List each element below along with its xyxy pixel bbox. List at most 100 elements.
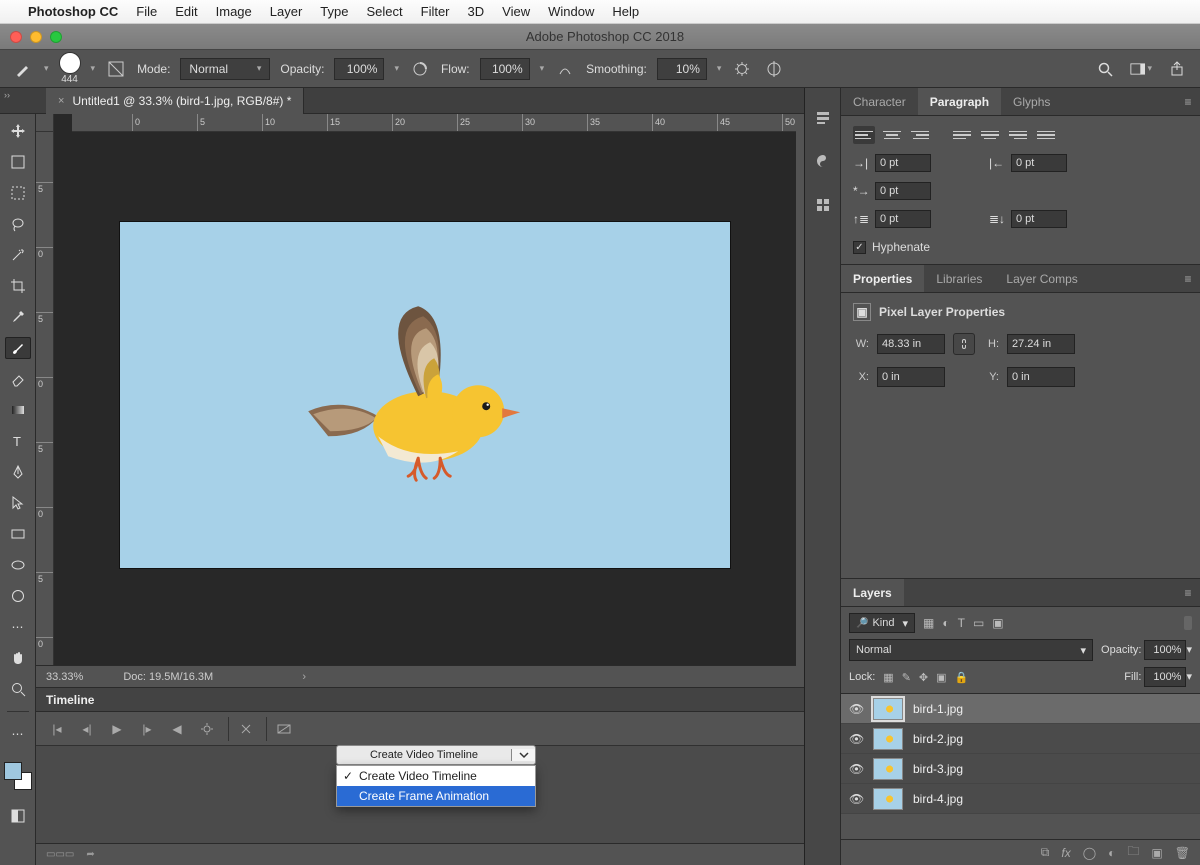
layer-row[interactable]: 👁bird-1.jpg — [841, 694, 1200, 724]
opacity-field[interactable]: Opacity: ▾ — [1101, 640, 1192, 660]
history-icon[interactable] — [812, 106, 834, 128]
hyphenate-checkbox[interactable]: ✓Hyphenate — [853, 240, 1188, 254]
layer-row[interactable]: 👁 bird-2.jpg — [841, 724, 1200, 754]
layer-thumbnail[interactable] — [873, 788, 903, 810]
hand-tool[interactable] — [5, 647, 31, 669]
dots-icon[interactable]: ⋯ — [5, 616, 31, 638]
height-input[interactable] — [1007, 334, 1075, 354]
menu-app[interactable]: Photoshop CC — [28, 4, 118, 19]
layer-name[interactable]: bird-4.jpg — [913, 792, 963, 806]
zoom-tool[interactable] — [5, 678, 31, 700]
layer-row[interactable]: 👁bird-3.jpg — [841, 754, 1200, 784]
menu-edit[interactable]: Edit — [175, 4, 197, 19]
chevron-down-icon[interactable]: ▾ — [717, 63, 722, 74]
justify-all-button[interactable] — [1035, 126, 1057, 144]
lock-position-icon[interactable]: ✥ — [919, 671, 928, 684]
layer-fx-icon[interactable]: fx — [1061, 846, 1070, 860]
layer-mask-icon[interactable]: ◯ — [1083, 846, 1096, 860]
group-icon[interactable]: 🗀 — [1127, 842, 1139, 863]
fill-field[interactable]: Fill: ▾ — [1124, 667, 1192, 687]
chevron-down-icon[interactable]: ▾ — [394, 63, 399, 74]
panel-menu-icon[interactable]: ≡ — [1176, 88, 1200, 115]
menu-window[interactable]: Window — [548, 4, 594, 19]
vertical-ruler[interactable]: 5 0 5 0 5 0 5 0 — [36, 132, 54, 665]
canvas[interactable] — [54, 132, 796, 665]
first-line-indent-field[interactable]: *→ — [853, 182, 931, 200]
visibility-icon[interactable]: 👁 — [849, 732, 863, 746]
tool-preset-icon[interactable] — [12, 58, 34, 80]
timeline-track[interactable]: Create Video Timeline Create Video Timel… — [36, 746, 832, 843]
tab-layer-comps[interactable]: Layer Comps — [994, 265, 1089, 292]
mac-menubar[interactable]: Photoshop CC File Edit Image Layer Type … — [0, 0, 1200, 24]
settings-button[interactable] — [194, 717, 220, 741]
indent-left-field[interactable]: →| — [853, 154, 931, 172]
menu-filter[interactable]: Filter — [421, 4, 450, 19]
layer-filter-kind[interactable]: 🔎Kind▾ — [849, 613, 915, 633]
link-layers-icon[interactable]: ⧉ — [1041, 845, 1050, 860]
lock-pixels-icon[interactable]: ▦ — [883, 671, 893, 684]
space-after-field[interactable]: ≣↓ — [989, 210, 1067, 228]
brush-preview[interactable] — [59, 52, 81, 74]
panel-menu-icon[interactable]: ≡ — [1176, 579, 1200, 606]
filter-smart-icon[interactable]: ▣ — [992, 616, 1003, 630]
artboard-tool[interactable] — [5, 151, 31, 173]
timeline-combo-menu[interactable]: Create Video Timeline Create Frame Anima… — [336, 765, 536, 807]
tab-libraries[interactable]: Libraries — [924, 265, 994, 292]
mode-select[interactable]: Normal▾ — [180, 58, 270, 80]
layer-name[interactable]: bird-1.jpg — [913, 702, 963, 716]
menu-item-video-timeline[interactable]: Create Video Timeline — [337, 766, 535, 786]
tab-character[interactable]: Character — [841, 88, 918, 115]
justify-left-button[interactable] — [951, 126, 973, 144]
menu-3d[interactable]: 3D — [468, 4, 485, 19]
play-button[interactable]: ▶ — [104, 717, 130, 741]
layers-list[interactable]: 👁bird-1.jpg 👁 bird-2.jpg 👁bird-3.jpg 👁bir… — [841, 694, 1200, 839]
tab-glyphs[interactable]: Glyphs — [1001, 88, 1062, 115]
y-input[interactable] — [1007, 367, 1075, 387]
layer-name[interactable]: bird-2.jpg — [913, 732, 963, 746]
tab-properties[interactable]: Properties — [841, 265, 924, 292]
x-input[interactable] — [877, 367, 945, 387]
chevron-down-icon[interactable]: ▾ — [540, 63, 545, 74]
zoom-level[interactable]: 33.33% — [46, 671, 83, 683]
pressure-opacity-icon[interactable] — [409, 58, 431, 80]
move-tool[interactable] — [5, 120, 31, 142]
type-tool[interactable]: T — [5, 430, 31, 452]
horizontal-ruler[interactable]: 0 5 10 15 20 25 30 35 40 45 50 — [72, 114, 796, 132]
pen-tool[interactable] — [5, 461, 31, 483]
menu-select[interactable]: Select — [366, 4, 402, 19]
justify-center-button[interactable] — [979, 126, 1001, 144]
width-input[interactable] — [877, 334, 945, 354]
screen-mode-icon[interactable] — [5, 805, 31, 827]
path-select-tool[interactable] — [5, 492, 31, 514]
status-menu-icon[interactable]: › — [302, 671, 306, 683]
search-icon[interactable] — [1094, 58, 1116, 80]
layer-thumbnail[interactable] — [873, 728, 903, 750]
blend-mode-select[interactable]: Normal▾ — [849, 639, 1093, 661]
color-icon[interactable] — [812, 150, 834, 172]
layer-row[interactable]: 👁bird-4.jpg — [841, 784, 1200, 814]
menu-view[interactable]: View — [502, 4, 530, 19]
panel-menu-icon[interactable]: ≡ — [1176, 265, 1200, 292]
airbrush-icon[interactable] — [554, 58, 576, 80]
eyedropper-tool[interactable] — [5, 306, 31, 328]
lock-brush-icon[interactable]: ✎ — [902, 671, 911, 684]
filter-adjust-icon[interactable]: ◐ — [942, 616, 949, 630]
gradient-tool[interactable] — [5, 399, 31, 421]
workspace-icon[interactable]: ▾ — [1130, 58, 1152, 80]
menu-layer[interactable]: Layer — [270, 4, 303, 19]
filter-pixel-icon[interactable]: ▦ — [923, 616, 934, 630]
lock-all-icon[interactable]: 🔒 — [955, 671, 969, 684]
justify-right-button[interactable] — [1007, 126, 1029, 144]
smoothing-options-icon[interactable] — [731, 58, 753, 80]
ellipse-tool2[interactable] — [5, 585, 31, 607]
timeline-type-selector[interactable]: Create Video Timeline Create Video Timel… — [336, 745, 536, 807]
menu-help[interactable]: Help — [612, 4, 639, 19]
lasso-tool[interactable] — [5, 213, 31, 235]
chevron-down-icon[interactable] — [511, 749, 535, 761]
doc-info[interactable]: Doc: 19.5M/16.3M — [123, 671, 213, 683]
layer-name[interactable]: bird-3.jpg — [913, 762, 963, 776]
transition-button[interactable] — [266, 717, 296, 741]
brush-panel-icon[interactable] — [105, 58, 127, 80]
artboard[interactable] — [120, 222, 730, 568]
space-before-field[interactable]: ↑≣ — [853, 210, 931, 228]
